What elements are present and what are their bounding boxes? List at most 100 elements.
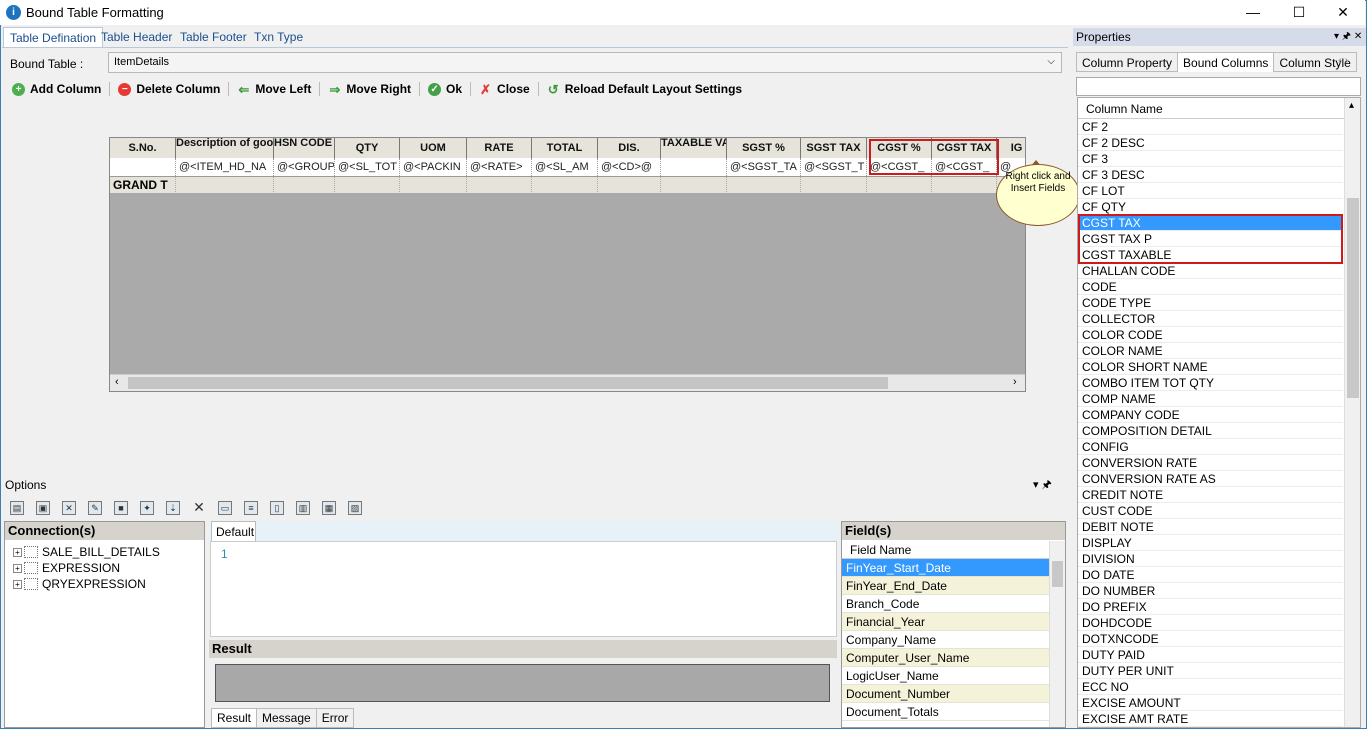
chevron-right-icon[interactable]: › bbox=[1013, 376, 1017, 388]
columns-scrollbar[interactable]: ▴ bbox=[1344, 98, 1360, 727]
chevron-left-icon[interactable]: ‹ bbox=[115, 376, 119, 388]
tab-message[interactable]: Message bbox=[256, 708, 317, 728]
bound-table-grid[interactable]: S.No. Description of goods HSN CODE (GS … bbox=[109, 137, 1026, 392]
grid-cell[interactable]: @<SL_TOT bbox=[335, 158, 400, 176]
column-list-item[interactable]: CONVERSION RATE bbox=[1078, 455, 1343, 471]
column-list-item[interactable]: COMBO ITEM TOT QTY bbox=[1078, 375, 1343, 391]
field-item[interactable]: FinYear_Start_Date bbox=[842, 559, 1065, 577]
field-item[interactable]: Company_Name bbox=[842, 631, 1065, 649]
open-icon[interactable]: ▣ bbox=[36, 501, 50, 515]
field-item[interactable]: Document_Number bbox=[842, 685, 1065, 703]
column-search-input[interactable] bbox=[1076, 77, 1361, 96]
grid-horizontal-scrollbar[interactable]: ‹ › bbox=[110, 374, 1025, 391]
grid-cell[interactable]: @<RATE> bbox=[467, 158, 532, 176]
grid-header-cell[interactable]: S.No. bbox=[110, 138, 176, 158]
tab-table-defination[interactable]: Table Defination bbox=[3, 27, 104, 47]
grid-header-cell[interactable]: TAXABLE VAL bbox=[661, 138, 727, 158]
edit-icon[interactable]: ✎ bbox=[88, 501, 102, 515]
tree-item[interactable]: + EXPRESSION bbox=[5, 560, 204, 576]
add-column-button[interactable]: + Add Column bbox=[12, 82, 101, 96]
grid-cell[interactable]: @<PACKIN bbox=[400, 158, 467, 176]
column-list-item[interactable]: DO PREFIX bbox=[1078, 599, 1343, 615]
bound-table-select[interactable]: ItemDetails ⌵ bbox=[108, 52, 1062, 73]
column-list-item[interactable]: EXCISE AMOUNT bbox=[1078, 695, 1343, 711]
tab-table-footer[interactable]: Table Footer bbox=[174, 27, 253, 47]
column-list-item[interactable]: COMPANY CODE bbox=[1078, 407, 1343, 423]
grid-cell[interactable]: @<CD>@ bbox=[598, 158, 661, 176]
tab-scroll-icon[interactable]: ‹ › bbox=[1338, 55, 1348, 67]
properties-pin-icon[interactable]: ▾ 🖈 ✕ bbox=[1334, 29, 1362, 46]
grid-cell[interactable] bbox=[110, 158, 176, 176]
column-list-item[interactable]: CF LOT bbox=[1078, 183, 1343, 199]
scrollbar-thumb[interactable] bbox=[1052, 561, 1063, 587]
column-list-item[interactable]: DEBIT NOTE bbox=[1078, 519, 1343, 535]
column-list-item[interactable]: ECC NO bbox=[1078, 679, 1343, 695]
column-list-item[interactable]: COMPOSITION DETAIL bbox=[1078, 423, 1343, 439]
grid-header-cell[interactable]: SGST % bbox=[727, 138, 801, 158]
column-list-item[interactable]: COLLECTOR bbox=[1078, 311, 1343, 327]
tab-result[interactable]: Result bbox=[211, 708, 258, 728]
grid-header-cell[interactable]: UOM bbox=[400, 138, 467, 158]
tree-item[interactable]: + SALE_BILL_DETAILS bbox=[5, 544, 204, 560]
grid-cell[interactable] bbox=[661, 158, 727, 176]
field-name-header[interactable]: Field Name bbox=[842, 540, 1065, 559]
grid-cell[interactable]: @<SGST_T bbox=[801, 158, 867, 176]
column-list-item[interactable]: COLOR SHORT NAME bbox=[1078, 359, 1343, 375]
expand-icon[interactable]: + bbox=[13, 579, 22, 589]
grid-header-cell[interactable]: QTY bbox=[335, 138, 400, 158]
column-list-item[interactable]: CODE bbox=[1078, 279, 1343, 295]
scrollbar-thumb[interactable] bbox=[128, 377, 888, 389]
grid-header-cell[interactable]: HSN CODE (GS bbox=[274, 138, 335, 158]
field-item[interactable]: Computer_User_Name bbox=[842, 649, 1065, 667]
close-window-button[interactable]: ✕ bbox=[1320, 0, 1366, 25]
close-icon[interactable]: ✕ bbox=[192, 500, 206, 515]
column-list-item[interactable]: COLOR NAME bbox=[1078, 343, 1343, 359]
grid-header-cell[interactable]: IG bbox=[997, 138, 1025, 158]
tree-item[interactable]: + QRYEXPRESSION bbox=[5, 576, 204, 592]
tab-column-property[interactable]: Column Property bbox=[1076, 52, 1179, 72]
tab-txn-type[interactable]: Txn Type bbox=[248, 27, 309, 47]
expand-icon[interactable]: + bbox=[13, 563, 22, 573]
grid-cell[interactable]: @<GROUP bbox=[274, 158, 335, 176]
column-list-item[interactable]: DISPLAY bbox=[1078, 535, 1343, 551]
column-list-item[interactable]: CUST CODE bbox=[1078, 503, 1343, 519]
query-editor[interactable]: 1 bbox=[210, 541, 837, 637]
grid-cell[interactable]: @<SGST_TA bbox=[727, 158, 801, 176]
page-icon[interactable]: ▥ bbox=[296, 501, 310, 515]
export-icon[interactable]: ⇣ bbox=[166, 501, 180, 515]
column-list-item[interactable]: DOHDCODE bbox=[1078, 615, 1343, 631]
grid-header-cell[interactable]: Description of goods bbox=[176, 138, 274, 158]
column-list-item[interactable]: EXCISE AMT RATE bbox=[1078, 711, 1343, 727]
field-item[interactable]: LogicUser_Name bbox=[842, 667, 1065, 685]
run-icon[interactable]: ✦ bbox=[140, 501, 154, 515]
move-right-button[interactable]: ⇒ Move Right bbox=[328, 82, 411, 96]
column-list-item[interactable]: COLOR CODE bbox=[1078, 327, 1343, 343]
column-list-item[interactable]: DUTY PER UNIT bbox=[1078, 663, 1343, 679]
tab-bound-columns[interactable]: Bound Columns bbox=[1177, 52, 1275, 72]
column-list-item[interactable]: CONVERSION RATE AS bbox=[1078, 471, 1343, 487]
fields-scrollbar[interactable] bbox=[1049, 541, 1065, 727]
save-icon[interactable]: ■ bbox=[114, 501, 128, 515]
chevron-up-icon[interactable]: ▴ bbox=[1349, 100, 1354, 111]
column-list-item[interactable]: DO DATE bbox=[1078, 567, 1343, 583]
field-item[interactable]: FinYear_End_Date bbox=[842, 577, 1065, 595]
column-list-item[interactable]: DUTY PAID bbox=[1078, 647, 1343, 663]
list-icon[interactable]: ≡ bbox=[244, 501, 258, 515]
field-item[interactable]: Financial_Year bbox=[842, 613, 1065, 631]
column-list-item[interactable]: CONFIG bbox=[1078, 439, 1343, 455]
field-item[interactable]: Document_Totals bbox=[842, 703, 1065, 721]
tab-error[interactable]: Error bbox=[315, 708, 355, 728]
close-button[interactable]: ✗ Close bbox=[479, 82, 530, 96]
column-list-item[interactable]: CF 3 DESC bbox=[1078, 167, 1343, 183]
grid-cell[interactable]: @<SL_AM bbox=[532, 158, 598, 176]
column-list-item[interactable]: CF 3 bbox=[1078, 151, 1343, 167]
options-pin-icon[interactable]: ▾ 🖈 bbox=[1033, 476, 1052, 495]
calendar-icon[interactable]: ▦ bbox=[322, 501, 336, 515]
column-list-item[interactable]: COMP NAME bbox=[1078, 391, 1343, 407]
delete-doc-icon[interactable]: ✕ bbox=[62, 501, 76, 515]
column-list-item[interactable]: CF 2 bbox=[1078, 119, 1343, 135]
move-left-button[interactable]: ⇐ Move Left bbox=[237, 82, 311, 96]
table-icon[interactable]: ▤ bbox=[10, 501, 24, 515]
ok-button[interactable]: ✓ Ok bbox=[428, 82, 462, 96]
book-icon[interactable]: ▯ bbox=[270, 501, 284, 515]
